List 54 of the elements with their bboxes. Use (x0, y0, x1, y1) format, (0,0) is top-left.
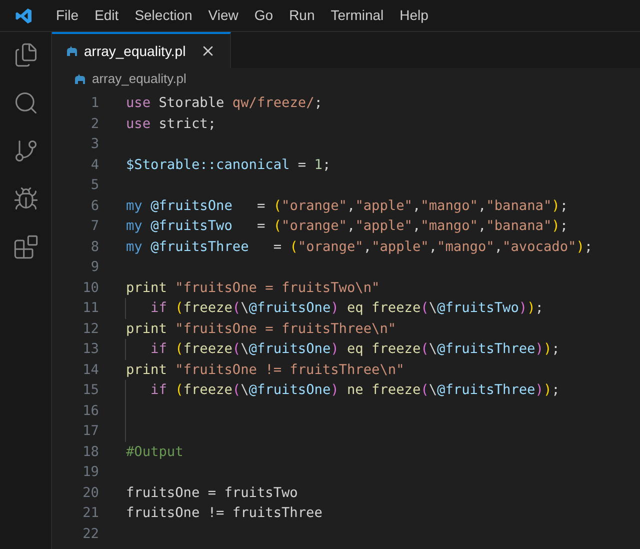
app-logo-icon (15, 6, 33, 24)
menu-item[interactable]: View (200, 5, 246, 26)
line-number: 1 (90, 94, 99, 114)
line-number: 2 (90, 114, 99, 134)
menu-item[interactable]: Edit (86, 5, 127, 26)
line-number: 13 (82, 340, 99, 360)
menu-item[interactable]: Selection (126, 5, 200, 26)
menu-item[interactable]: File (48, 5, 87, 26)
line-number: 5 (90, 176, 99, 196)
tab-label: array_equality.pl (84, 42, 186, 61)
menu-item[interactable]: Run (281, 5, 323, 26)
line-number: 4 (90, 156, 99, 175)
explorer-icon[interactable] (12, 42, 38, 68)
line-number: 22 (82, 524, 99, 544)
menu-item[interactable]: Help (392, 5, 436, 26)
line-number: 18 (82, 442, 99, 462)
code-line: my @fruitsOne = ("orange","apple","mango","banana"); (126, 196, 568, 216)
code-line: my @fruitsThree = ("orange","apple","mango","avocado"); (126, 238, 593, 257)
line-number: 12 (82, 320, 99, 339)
line-number: 15 (82, 381, 99, 400)
line-number: 8 (90, 238, 99, 257)
code-line: #Output (126, 442, 184, 462)
code-line: print "fruitsOne != fruitsThree\n" (126, 360, 404, 380)
code-line: use Storable qw/freeze/; (126, 94, 322, 114)
line-number: 7 (90, 217, 99, 236)
code-line: my @fruitsTwo = ("orange","apple","mango","banana"); (126, 217, 568, 236)
menu-item[interactable]: Terminal (322, 5, 392, 26)
line-number: 20 (82, 484, 99, 503)
line-number: 9 (90, 258, 99, 278)
breadcrumb[interactable]: array_equality.pl (92, 69, 186, 89)
line-number: 19 (82, 463, 99, 482)
line-number: 21 (82, 504, 99, 524)
line-number: 10 (82, 278, 99, 298)
code-line: if (freeze(\@fruitsOne) ne freeze(\@fruitsThree)); (150, 381, 560, 400)
code-line: print "fruitsOne = fruitsTwo\n" (126, 278, 380, 298)
code-line: $Storable::canonical = 1; (126, 156, 331, 175)
line-number: 3 (90, 135, 99, 154)
code-line: print "fruitsOne = fruitsThree\n" (126, 320, 396, 339)
source-control-icon[interactable] (12, 138, 38, 164)
code-line: use strict; (126, 114, 216, 134)
run-debug-icon[interactable] (12, 186, 38, 212)
line-number: 17 (82, 422, 99, 442)
extensions-icon[interactable] (12, 234, 38, 260)
code-line: fruitsOne != fruitsThree (126, 504, 322, 524)
line-number: 16 (82, 402, 99, 421)
line-number: 6 (90, 196, 99, 216)
code-line: if (freeze(\@fruitsOne) eq freeze(\@fruitsThree)); (150, 340, 560, 360)
menu-item[interactable]: Go (246, 5, 282, 26)
code-line: if (freeze(\@fruitsOne) eq freeze(\@fruitsTwo)); (150, 299, 544, 318)
line-number: 14 (82, 360, 99, 380)
code-line: fruitsOne = fruitsTwo (126, 484, 298, 503)
line-number: 11 (82, 299, 99, 318)
editor-tab[interactable]: array_equality.pl (52, 32, 231, 68)
search-icon[interactable] (12, 90, 38, 116)
